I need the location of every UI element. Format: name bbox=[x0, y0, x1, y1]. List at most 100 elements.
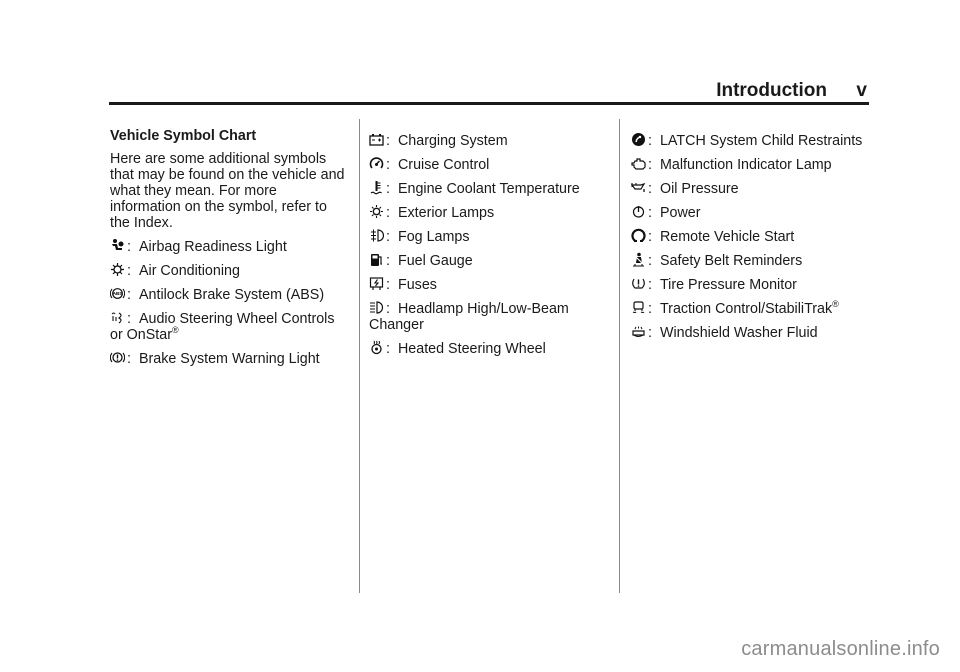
symbol-entry: : Airbag Readiness Light bbox=[110, 238, 345, 255]
symbol-label: Malfunction Indicator Lamp bbox=[659, 157, 832, 173]
watermark: carmanualsonline.info bbox=[741, 638, 940, 660]
coolant-temperature-icon bbox=[369, 180, 384, 195]
symbol-entry: : Headlamp High/Low-Beam Changer bbox=[369, 300, 609, 333]
symbol-label: Remote Vehicle Start bbox=[659, 229, 795, 245]
separator-colon: : bbox=[648, 181, 652, 197]
symbol-entry: : Safety Belt Reminders bbox=[631, 252, 871, 269]
column-1: Vehicle Symbol Chart Here are some addit… bbox=[110, 128, 345, 374]
separator-colon: : bbox=[648, 253, 652, 269]
symbol-entry: : Remote Vehicle Start bbox=[631, 228, 871, 245]
fuel-gauge-icon bbox=[369, 252, 384, 267]
section-title: Vehicle Symbol Chart bbox=[110, 128, 257, 144]
separator-colon: : bbox=[386, 341, 390, 357]
oil-pressure-icon bbox=[631, 180, 646, 195]
column-2: : Charging System: Cruise Control: Engine C… bbox=[369, 132, 609, 364]
separator-colon: : bbox=[648, 277, 652, 293]
headlamp-beam-icon bbox=[369, 300, 384, 315]
symbol-entry: : Fuel Gauge bbox=[369, 252, 609, 269]
separator-colon: : bbox=[648, 133, 652, 149]
washer-fluid-icon bbox=[631, 324, 646, 339]
symbol-label: Fuses bbox=[397, 277, 437, 293]
symbol-entry: : Brake System Warning Light bbox=[110, 350, 345, 367]
symbol-entry: : Power bbox=[631, 204, 871, 221]
symbol-entry: : Fuses bbox=[369, 276, 609, 293]
page-header: Introduction v bbox=[109, 80, 869, 104]
traction-control-icon bbox=[631, 300, 646, 315]
heated-steering-wheel-icon bbox=[369, 340, 384, 355]
separator-colon: : bbox=[386, 181, 390, 197]
symbol-entry: : Engine Coolant Temperature bbox=[369, 180, 609, 197]
separator-colon: : bbox=[648, 205, 652, 221]
tire-pressure-icon bbox=[631, 276, 646, 291]
airbag-icon bbox=[110, 238, 125, 253]
symbol-label: Charging System bbox=[397, 133, 508, 149]
symbol-entry: : Cruise Control bbox=[369, 156, 609, 173]
brake-warning-icon bbox=[110, 350, 125, 365]
symbol-label: Fuel Gauge bbox=[397, 253, 473, 269]
symbol-entry: : Air Conditioning bbox=[110, 262, 345, 279]
symbol-label: Air Conditioning bbox=[138, 263, 240, 279]
separator-colon: : bbox=[648, 325, 652, 341]
check-engine-icon bbox=[631, 156, 646, 171]
audio-steering-wheel-icon bbox=[110, 310, 125, 325]
symbol-entry: : Traction Control/StabiliTrak® bbox=[631, 300, 871, 317]
symbol-entry: : Tire Pressure Monitor bbox=[631, 276, 871, 293]
symbol-entry: : LATCH System Child Restraints bbox=[631, 132, 871, 149]
abs-icon: ABS bbox=[110, 286, 125, 301]
symbol-entry: : Audio Steering Wheel Controls or OnStar… bbox=[110, 310, 345, 343]
separator-colon: : bbox=[386, 277, 390, 293]
fuses-icon bbox=[369, 276, 384, 291]
symbol-entry: : Windshield Washer Fluid bbox=[631, 324, 871, 341]
symbol-entry: : Exterior Lamps bbox=[369, 204, 609, 221]
symbol-label: Power bbox=[659, 205, 701, 221]
symbol-label: Cruise Control bbox=[397, 157, 490, 173]
symbol-entry: : Fog Lamps bbox=[369, 228, 609, 245]
column-divider bbox=[359, 119, 360, 593]
column-3: : LATCH System Child Restraints: Malfuncti… bbox=[631, 132, 871, 348]
cruise-control-icon bbox=[369, 156, 384, 171]
separator-colon: : bbox=[648, 157, 652, 173]
symbol-label: LATCH System Child Restraints bbox=[659, 133, 863, 149]
symbol-label: Exterior Lamps bbox=[397, 205, 495, 221]
symbol-label: Fog Lamps bbox=[397, 229, 470, 245]
chapter-title: Introduction bbox=[716, 80, 827, 101]
column-divider bbox=[619, 119, 620, 593]
symbol-entry: : Malfunction Indicator Lamp bbox=[631, 156, 871, 173]
separator-colon: : bbox=[386, 157, 390, 173]
separator-colon: : bbox=[386, 229, 390, 245]
symbol-label: Engine Coolant Temperature bbox=[397, 181, 580, 197]
separator-colon: : bbox=[386, 301, 390, 317]
latch-child-restraint-icon bbox=[631, 132, 646, 147]
separator-colon: : bbox=[386, 253, 390, 269]
intro-paragraph: Here are some additional symbols that ma… bbox=[110, 151, 345, 231]
battery-icon bbox=[369, 132, 384, 147]
symbol-label: Safety Belt Reminders bbox=[659, 253, 803, 269]
exterior-lamps-icon bbox=[369, 204, 384, 219]
header-rule bbox=[109, 102, 869, 105]
symbol-entry: ABS: Antilock Brake System (ABS) bbox=[110, 286, 345, 303]
separator-colon: : bbox=[127, 239, 131, 255]
registered-mark: ® bbox=[832, 299, 839, 310]
air-conditioning-icon bbox=[110, 262, 125, 277]
separator-colon: : bbox=[648, 229, 652, 245]
svg-text:ABS: ABS bbox=[113, 291, 123, 296]
symbol-label: Heated Steering Wheel bbox=[397, 341, 546, 357]
symbol-label: Oil Pressure bbox=[659, 181, 739, 197]
separator-colon: : bbox=[127, 311, 131, 327]
symbol-label: Audio Steering Wheel Controls or OnStar bbox=[110, 311, 335, 343]
page-number: v bbox=[856, 80, 867, 101]
fog-lamps-icon bbox=[369, 228, 384, 243]
safety-belt-icon bbox=[631, 252, 646, 267]
power-icon bbox=[631, 204, 646, 219]
symbol-label: Traction Control/StabiliTrak bbox=[659, 301, 833, 317]
registered-mark: ® bbox=[171, 325, 179, 336]
symbol-label: Headlamp High/Low-Beam Changer bbox=[369, 301, 569, 333]
symbol-label: Airbag Readiness Light bbox=[138, 239, 287, 255]
symbol-label: Brake System Warning Light bbox=[138, 351, 320, 367]
separator-colon: : bbox=[127, 263, 131, 279]
symbol-entry: : Heated Steering Wheel bbox=[369, 340, 609, 357]
symbol-entry: : Oil Pressure bbox=[631, 180, 871, 197]
symbol-label: Tire Pressure Monitor bbox=[659, 277, 797, 293]
remote-start-icon bbox=[631, 228, 646, 243]
symbol-label: Antilock Brake System (ABS) bbox=[138, 287, 325, 303]
